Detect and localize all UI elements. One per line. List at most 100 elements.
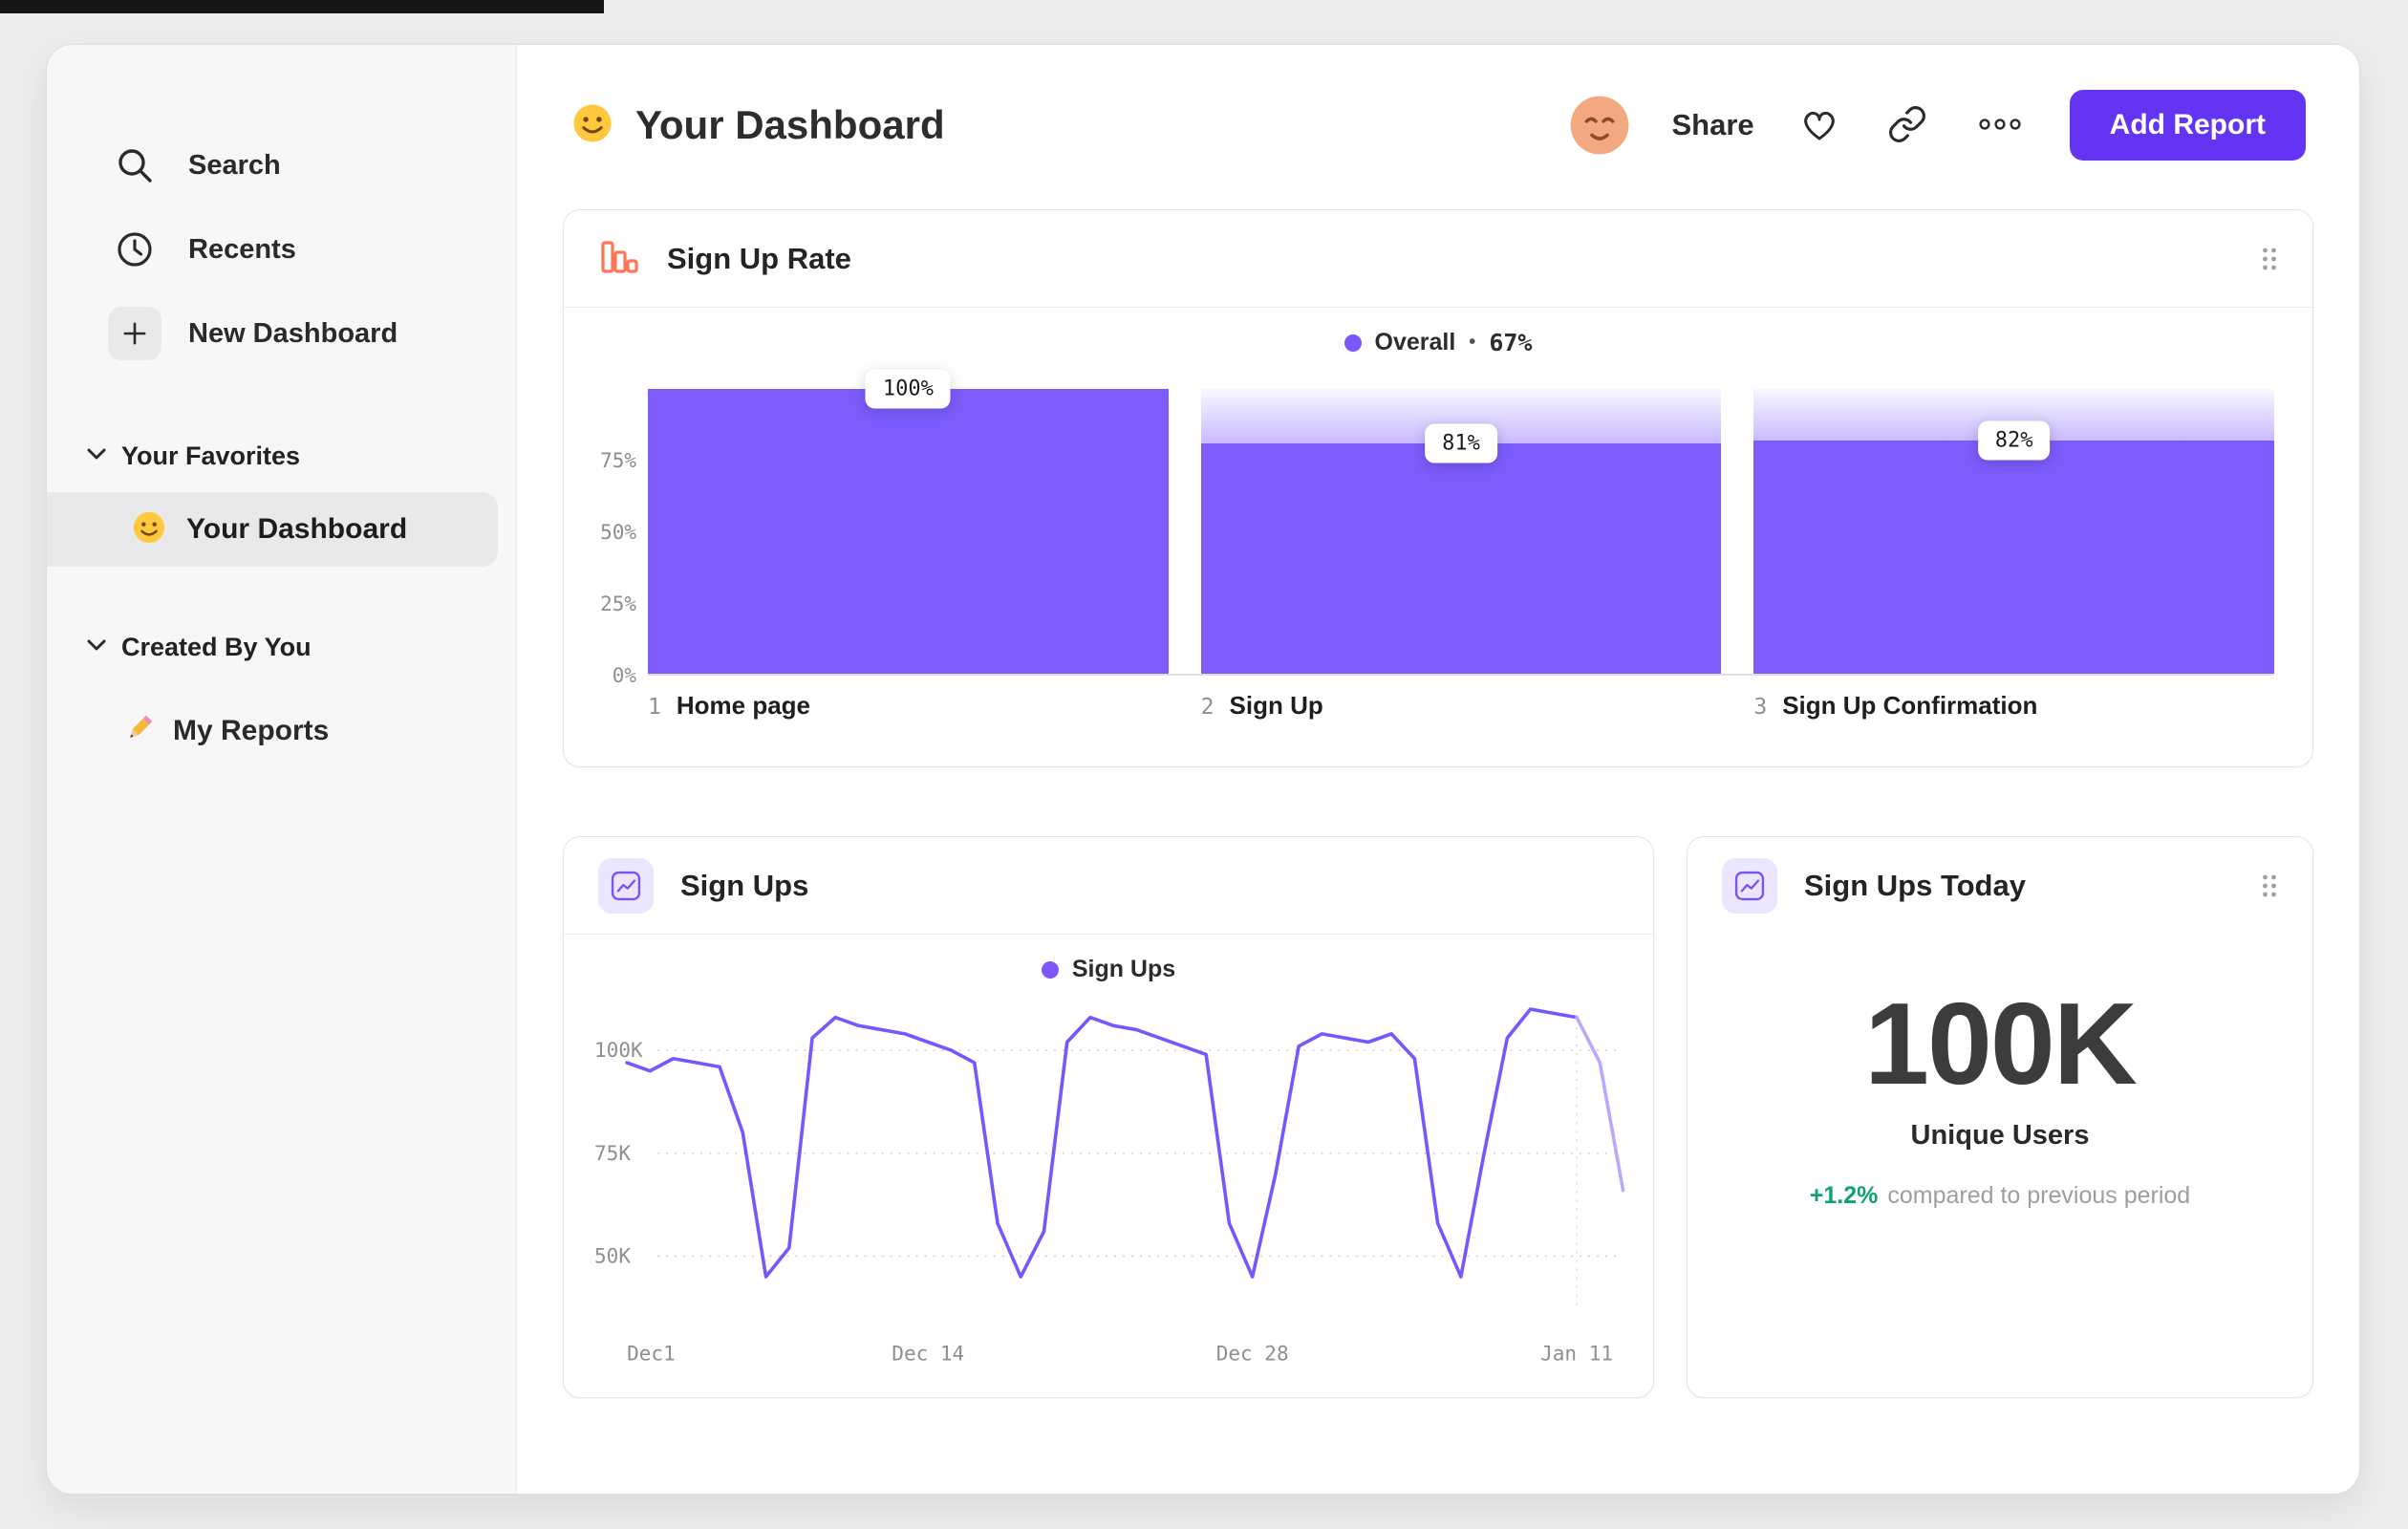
sidebar-item-label: My Reports (173, 715, 330, 746)
legend-dot-icon (1344, 334, 1362, 352)
plus-icon (108, 307, 161, 360)
svg-text:Dec1: Dec1 (627, 1342, 676, 1366)
funnel-value-tag: 100% (865, 369, 951, 409)
section-label: Your Favorites (121, 441, 301, 470)
funnel-fill-segment (1753, 440, 2274, 674)
card-title: Sign Up Rate (667, 241, 851, 275)
sidebar-item-my-reports[interactable]: My Reports (47, 691, 516, 771)
line-chart-icon (598, 857, 654, 914)
svg-text:50K: 50K (594, 1244, 631, 1268)
main-content: Your Dashboard Share Add Report Sign Up … (517, 45, 2359, 1494)
svg-text:Dec 14: Dec 14 (892, 1342, 964, 1366)
funnel-y-axis: 75% 50% 25% 0% (587, 389, 648, 687)
funnel-category-label: 3 Sign Up Confirmation (1753, 691, 2274, 721)
delta-note: compared to previous period (1887, 1182, 2191, 1209)
bar-chart-icon (598, 235, 640, 282)
step-number: 3 (1753, 695, 1768, 720)
card-sign-up-rate: Sign Up Rate Overall • 67% 75% 50% 25% 0% 1… (563, 209, 2313, 767)
funnel-value-tag: 81% (1425, 423, 1497, 463)
svg-text:Jan 11: Jan 11 (1540, 1342, 1613, 1366)
chevron-down-icon (87, 447, 106, 464)
background-window-artifact (0, 0, 604, 13)
smiley-face-icon (131, 509, 167, 550)
step-name: Home page (676, 691, 811, 720)
sidebar-item-search[interactable]: Search (47, 123, 516, 207)
card-title: Sign Ups Today (1804, 869, 2026, 902)
sidebar-item-label: New Dashboard (188, 317, 398, 349)
card-sign-ups: Sign Ups Sign Ups 100K 75K 50K Dec1 Dec 14 De… (563, 836, 1654, 1398)
funnel-category-label: 1 Home page (648, 691, 1169, 721)
card-sign-ups-today: Sign Ups Today 100K Unique Users +1.2% co… (1687, 836, 2313, 1398)
chevron-down-icon (87, 638, 106, 656)
legend-separator: • (1469, 332, 1476, 353)
metric-value: 100K (1864, 979, 2138, 1109)
add-report-button[interactable]: Add Report (2069, 90, 2306, 161)
app-window: Search Recents New Dashboard Your Favori… (46, 44, 2360, 1495)
funnel-bar-1[interactable]: 100% (648, 369, 1169, 674)
more-options-button[interactable] (1972, 102, 2028, 148)
y-tick-label: 50% (600, 521, 636, 544)
ellipsis-icon (1977, 117, 2023, 135)
clock-icon (108, 223, 161, 276)
y-tick-label: 25% (600, 592, 636, 615)
cards-row: Sign Ups Sign Ups 100K 75K 50K Dec1 Dec 14 De… (563, 836, 2313, 1398)
step-name: Sign Up (1229, 691, 1323, 720)
drag-handle-icon[interactable] (2261, 246, 2278, 272)
funnel-category-label: 2 Sign Up (1201, 691, 1722, 721)
funnel-bar-3[interactable]: 82% (1753, 389, 2274, 674)
metric-body: 100K Unique Users +1.2% compared to previ… (1688, 935, 2312, 1210)
funnel-value-tag: 82% (1977, 420, 2051, 461)
funnel-x-axis: 1 Home page 2 Sign Up 3 Sign Up Confirmation (564, 676, 2312, 721)
dashboard-header: Your Dashboard Share Add Report (563, 45, 2313, 198)
sidebar-item-label: Search (188, 149, 281, 181)
drag-handle-icon[interactable] (2261, 872, 2278, 899)
step-name: Sign Up Confirmation (1782, 691, 2038, 720)
section-your-favorites[interactable]: Your Favorites (47, 425, 516, 486)
metric-label: Unique Users (1910, 1120, 2090, 1151)
y-tick-label: 75% (600, 449, 636, 472)
legend-dot-icon (1041, 960, 1059, 979)
search-icon (108, 139, 161, 192)
line-legend: Sign Ups (564, 956, 1653, 983)
link-icon (1887, 104, 1927, 147)
sidebar-item-label: Your Dashboard (186, 513, 408, 545)
share-button[interactable]: Share (1672, 108, 1754, 142)
funnel-fill-segment (1200, 442, 1722, 674)
svg-text:75K: 75K (594, 1141, 631, 1165)
svg-text:100K: 100K (594, 1038, 643, 1062)
section-created-by-you[interactable]: Created By You (47, 616, 516, 678)
favorite-button[interactable] (1796, 102, 1842, 148)
metric-delta: +1.2% compared to previous period (1688, 1182, 2312, 1210)
step-number: 1 (648, 695, 661, 720)
page-title: Your Dashboard (635, 102, 945, 147)
y-tick-label: 0% (612, 664, 636, 687)
legend-value: 67% (1489, 329, 1533, 356)
line-chart-icon (1722, 858, 1777, 914)
sidebar-item-your-dashboard[interactable]: Your Dashboard (47, 492, 498, 567)
svg-text:Dec 28: Dec 28 (1216, 1342, 1289, 1366)
copy-link-button[interactable] (1884, 102, 1930, 148)
funnel-chart: 75% 50% 25% 0% 100% 81% 82% (564, 356, 2312, 687)
card-title: Sign Ups (680, 868, 809, 902)
funnel-bars: 100% 81% 82% (648, 369, 2274, 676)
legend-label: Overall (1374, 329, 1456, 355)
funnel-bar-2[interactable]: 81% (1200, 389, 1722, 674)
line-chart[interactable]: 100K 75K 50K Dec1 Dec 14 Dec 28 Jan 11 (589, 993, 1628, 1380)
sidebar-item-recents[interactable]: Recents (47, 207, 516, 291)
delta-percent: +1.2% (1809, 1182, 1879, 1209)
card-header: Sign Up Rate (564, 210, 2312, 308)
smiley-face-icon (570, 101, 614, 150)
section-label: Created By You (121, 632, 312, 661)
card-header: Sign Ups Today (1688, 837, 2312, 935)
step-number: 2 (1200, 695, 1215, 720)
user-avatar[interactable] (1569, 95, 1630, 156)
sidebar: Search Recents New Dashboard Your Favori… (47, 45, 517, 1494)
card-header: Sign Ups (564, 837, 1653, 935)
heart-icon (1798, 103, 1840, 148)
header-actions: Share Add Report (1569, 90, 2306, 161)
funnel-fill-segment (648, 389, 1169, 674)
sidebar-item-label: Recents (188, 233, 296, 265)
funnel-legend: Overall • 67% (564, 329, 2312, 356)
sidebar-item-new-dashboard[interactable]: New Dashboard (47, 291, 516, 376)
legend-label: Sign Ups (1071, 956, 1176, 982)
